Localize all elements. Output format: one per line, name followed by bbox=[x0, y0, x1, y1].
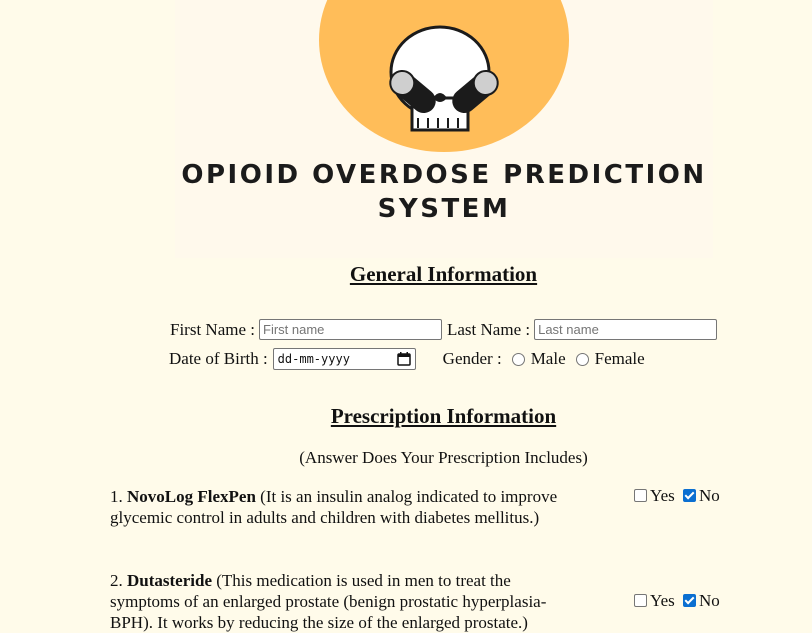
dob-placeholder: dd-mm-yyyy bbox=[277, 352, 350, 366]
question-number: 1. bbox=[110, 487, 123, 506]
q2-no-label[interactable]: No bbox=[699, 591, 720, 610]
gender-label: Gender : bbox=[442, 349, 502, 368]
calendar-icon[interactable] bbox=[396, 352, 411, 366]
gender-male-label[interactable]: Male bbox=[531, 349, 566, 369]
logo-banner: OPIOID OVERDOSE PREDICTION SYSTEM bbox=[175, 0, 713, 258]
q1-no-checkbox[interactable] bbox=[683, 489, 696, 502]
gender-female-label[interactable]: Female bbox=[595, 349, 645, 369]
logo-title-line1: OPIOID OVERDOSE PREDICTION bbox=[181, 160, 707, 190]
gender-female-radio[interactable] bbox=[575, 352, 589, 366]
prescription-info-heading: Prescription Information bbox=[330, 404, 557, 428]
last-name-label: Last Name : bbox=[447, 319, 531, 339]
first-name-label: First Name : bbox=[170, 319, 255, 339]
q2-no-checkbox[interactable] bbox=[683, 594, 696, 607]
drug-name: NovoLog FlexPen bbox=[127, 487, 256, 506]
q1-yes-checkbox[interactable] bbox=[634, 489, 647, 502]
dob-gender-row: Date of Birth : dd-mm-yyyy Gender : Male… bbox=[169, 348, 645, 370]
general-info-heading: General Information bbox=[349, 262, 538, 286]
question-2-options: Yes No bbox=[634, 591, 720, 611]
q1-no-label[interactable]: No bbox=[699, 486, 720, 505]
question-number: 2. bbox=[110, 571, 123, 590]
question-2: 2. Dutasteride (This medication is used … bbox=[110, 570, 580, 633]
q2-yes-checkbox[interactable] bbox=[634, 594, 647, 607]
drug-name: Dutasteride bbox=[127, 571, 212, 590]
dob-input[interactable]: dd-mm-yyyy bbox=[272, 348, 416, 370]
first-name-input[interactable] bbox=[259, 319, 442, 340]
question-1: 1. NovoLog FlexPen (It is an insulin ana… bbox=[110, 486, 580, 528]
dob-label: Date of Birth : bbox=[169, 349, 268, 368]
skull-pill-logo-icon bbox=[319, 0, 569, 152]
last-name-input[interactable] bbox=[534, 319, 718, 340]
question-1-options: Yes No bbox=[634, 486, 720, 506]
prescription-subtitle: (Answer Does Your Prescription Includes) bbox=[299, 448, 588, 467]
gender-male-radio[interactable] bbox=[511, 352, 525, 366]
q1-yes-label[interactable]: Yes bbox=[650, 486, 675, 505]
logo-title-line2: SYSTEM bbox=[377, 194, 511, 224]
q2-yes-label[interactable]: Yes bbox=[650, 591, 675, 610]
name-row: First Name : Last Name : bbox=[170, 319, 718, 340]
